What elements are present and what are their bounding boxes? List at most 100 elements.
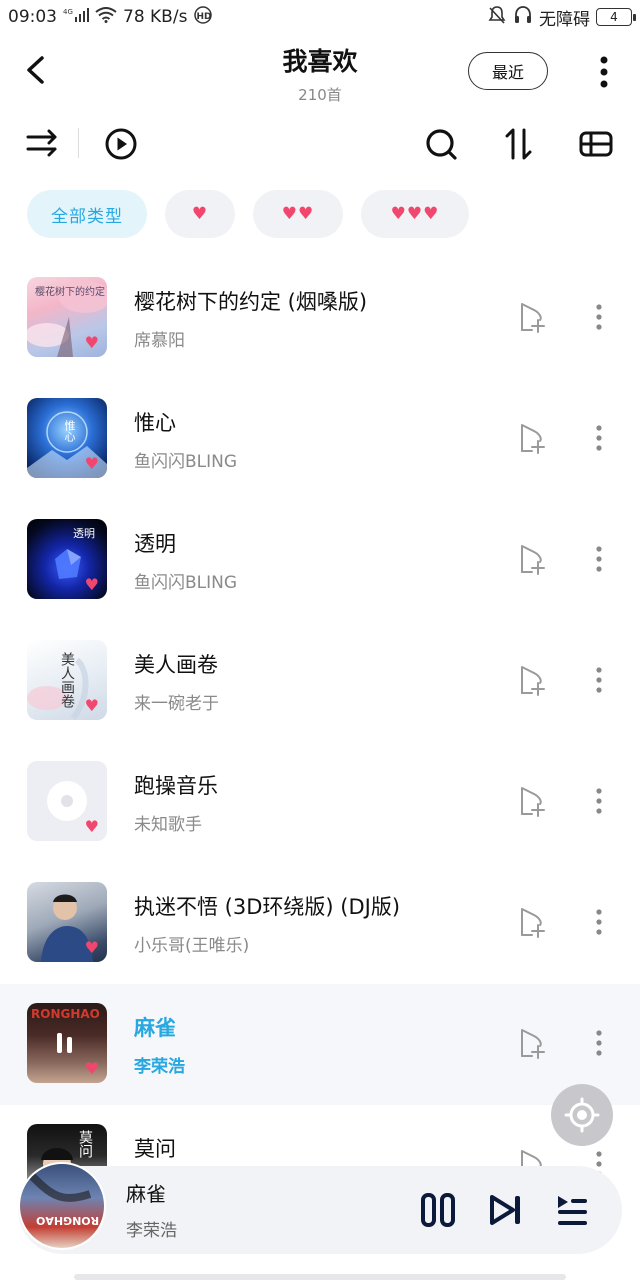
song-artist: 鱼闪闪BLING xyxy=(134,573,238,593)
add-to-playlist-icon[interactable] xyxy=(516,542,550,576)
more-vertical-icon[interactable] xyxy=(588,544,610,574)
song-title: 美人画卷 xyxy=(134,653,218,677)
song-artist: 席慕阳 xyxy=(134,331,185,351)
song-title: 执迷不悟 (3D环绕版) (DJ版) xyxy=(134,895,401,919)
add-to-playlist-icon[interactable] xyxy=(516,663,550,697)
add-to-playlist-icon[interactable] xyxy=(516,784,550,818)
network-speed: 78 KB/s xyxy=(123,7,188,27)
filter-one-heart[interactable]: ♥ xyxy=(165,190,235,238)
song-title: 莫问 xyxy=(134,1137,176,1161)
album-cover: 樱花树下的约定 ♥ xyxy=(27,277,107,357)
accessibility-label: 无障碍 xyxy=(539,9,590,30)
song-row[interactable]: ♥ 执迷不悟 (3D环绕版) (DJ版) 小乐哥(王唯乐) xyxy=(0,863,640,984)
heart-icon: ♥ xyxy=(84,696,99,715)
add-to-playlist-icon[interactable] xyxy=(516,300,550,334)
heart-icon: ♥ xyxy=(84,938,99,957)
svg-text:HD: HD xyxy=(197,12,212,22)
heart-icon: ♥ xyxy=(84,1059,99,1078)
filter-three-hearts[interactable]: ♥♥♥ xyxy=(361,190,469,238)
more-vertical-icon[interactable] xyxy=(588,423,610,453)
song-title: 麻雀 xyxy=(134,1016,176,1040)
heart-icon: ♥ xyxy=(84,333,99,352)
svg-text:4G: 4G xyxy=(63,8,73,16)
song-artist: 来一碗老于 xyxy=(134,694,219,714)
batch-manage-icon[interactable] xyxy=(576,124,616,164)
cover-lettering: 美人画卷 xyxy=(59,652,75,708)
album-cover: ♥ xyxy=(27,761,107,841)
battery-level: 4 xyxy=(610,10,618,24)
player-artist: 李荣浩 xyxy=(126,1221,177,1241)
search-icon[interactable] xyxy=(421,124,461,164)
cover-lettering: 惟心 xyxy=(63,420,76,442)
song-title: 跑操音乐 xyxy=(134,774,218,798)
toolbar-divider xyxy=(78,128,79,158)
song-row[interactable]: 美人画卷 ♥ 美人画卷 来一碗老于 xyxy=(0,621,640,742)
playlist-queue-icon[interactable] xyxy=(552,1190,592,1230)
song-row-now-playing[interactable]: RONGHAO ♥ 麻雀 李荣浩 xyxy=(0,984,640,1105)
add-to-playlist-icon[interactable] xyxy=(516,905,550,939)
next-track-icon[interactable] xyxy=(486,1190,526,1230)
album-cover: 透明 ♥ xyxy=(27,519,107,599)
song-artist: 鱼闪闪BLING xyxy=(134,452,238,472)
status-time: 09:03 xyxy=(8,7,57,27)
hd-icon: HD xyxy=(193,6,213,28)
pause-icon[interactable] xyxy=(418,1190,458,1230)
album-cover: RONGHAO ♥ xyxy=(27,1003,107,1083)
song-row[interactable]: 透明 ♥ 透明 鱼闪闪BLING xyxy=(0,500,640,621)
sort-icon[interactable] xyxy=(499,124,539,164)
song-row[interactable]: 樱花树下的约定 ♥ 樱花树下的约定 (烟嗓版) 席慕阳 xyxy=(0,258,640,379)
heart-icon: ♥♥ xyxy=(281,204,315,224)
battery-icon: 4 xyxy=(596,8,636,26)
wifi-icon xyxy=(95,7,117,27)
heart-icon: ♥♥♥ xyxy=(390,204,440,224)
more-vertical-icon[interactable] xyxy=(588,907,610,937)
disc-icon xyxy=(47,781,87,821)
headphone-icon xyxy=(513,5,533,29)
heart-icon: ♥ xyxy=(84,817,99,836)
filter-two-hearts[interactable]: ♥♥ xyxy=(253,190,343,238)
album-cover: 惟心 ♥ xyxy=(27,398,107,478)
filter-all-types[interactable]: 全部类型 xyxy=(27,190,147,238)
more-vertical-icon[interactable] xyxy=(588,302,610,332)
locate-current-song-button[interactable] xyxy=(551,1084,613,1146)
signal-icon: 4G xyxy=(63,7,89,27)
toolbar xyxy=(0,120,640,168)
more-vertical-icon[interactable] xyxy=(588,786,610,816)
more-vertical-icon[interactable] xyxy=(588,665,610,695)
song-row[interactable]: ♥ 跑操音乐 未知歌手 xyxy=(0,742,640,863)
cover-lettering: 莫问 xyxy=(77,1130,93,1158)
player-song-title: 麻雀 xyxy=(126,1182,166,1206)
heart-icon: ♥ xyxy=(84,454,99,473)
home-indicator xyxy=(74,1274,566,1280)
album-cover: 美人画卷 ♥ xyxy=(27,640,107,720)
heart-icon: ♥ xyxy=(84,575,99,594)
more-vertical-icon[interactable] xyxy=(588,1028,610,1058)
more-vertical-icon[interactable] xyxy=(588,54,620,90)
recent-button[interactable]: 最近 xyxy=(468,52,548,90)
heart-icon: ♥ xyxy=(191,204,209,224)
cover-lettering: RONGHAO xyxy=(36,1214,100,1227)
mini-player[interactable]: RONGHAO 麻雀 李荣浩 xyxy=(18,1162,622,1254)
song-row[interactable]: 惟心 ♥ 惟心 鱼闪闪BLING xyxy=(0,379,640,500)
cover-lettering: 透明 xyxy=(73,527,95,540)
filter-chips: 全部类型 ♥ ♥♥ ♥♥♥ xyxy=(27,190,469,238)
crosshair-icon xyxy=(564,1097,600,1133)
song-list: 樱花树下的约定 ♥ 樱花树下的约定 (烟嗓版) 席慕阳 惟心 ♥ 惟心 鱼闪闪B… xyxy=(0,258,640,1226)
play-all-icon[interactable] xyxy=(101,124,141,164)
song-artist: 小乐哥(王唯乐) xyxy=(134,936,250,956)
album-cover: ♥ xyxy=(27,882,107,962)
song-artist: 未知歌手 xyxy=(134,815,202,835)
header: 我喜欢 210首 最近 xyxy=(0,34,640,112)
song-title: 惟心 xyxy=(134,411,176,435)
cover-lettering: 樱花树下的约定 xyxy=(35,287,105,298)
add-to-playlist-icon[interactable] xyxy=(516,421,550,455)
add-to-playlist-icon[interactable] xyxy=(516,1026,550,1060)
shuffle-icon[interactable] xyxy=(22,124,62,164)
song-artist: 李荣浩 xyxy=(134,1057,185,1077)
song-title: 透明 xyxy=(134,532,176,556)
mute-bell-icon xyxy=(487,5,507,29)
song-count: 210首 xyxy=(298,86,342,104)
player-album-cover[interactable]: RONGHAO xyxy=(18,1162,106,1250)
song-title: 樱花树下的约定 (烟嗓版) xyxy=(134,290,368,314)
status-bar: 09:03 4G 78 KB/s HD 无障碍 4 xyxy=(0,0,640,34)
